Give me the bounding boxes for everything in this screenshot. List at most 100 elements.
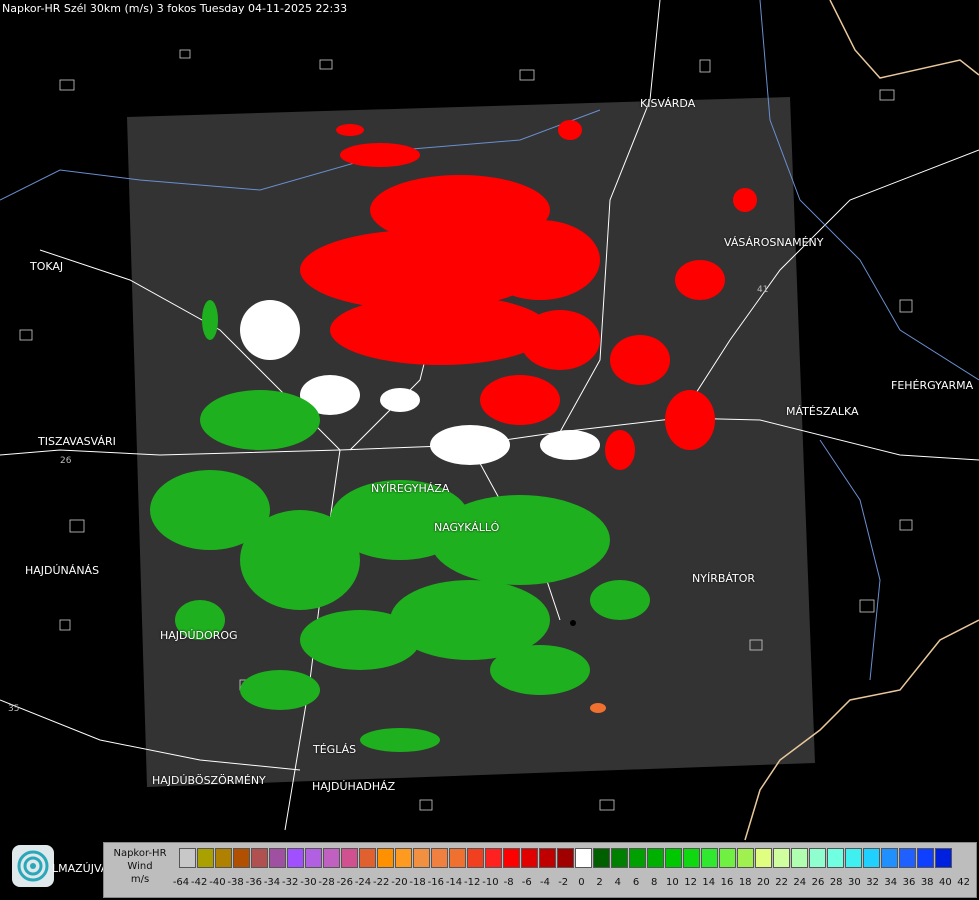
legend-swatch (503, 848, 520, 868)
legend-swatch (179, 848, 196, 868)
legend-tick: 10 (666, 877, 679, 888)
road-number: 35 (8, 704, 20, 714)
legend-tick: -32 (282, 877, 299, 888)
radar-echo-orange (590, 703, 606, 713)
city-label: TOKAJ (30, 260, 64, 273)
legend-tick: 12 (684, 877, 697, 888)
legend-swatch (287, 848, 304, 868)
legend-tick: -2 (558, 877, 569, 888)
legend-swatch (917, 848, 934, 868)
legend-swatch (449, 848, 466, 868)
legend-tick: -8 (503, 877, 514, 888)
legend-ticks: -64 -42 -40 -38 -36 -34 -32 -30 -28 -26 -24 -22 -20-… (173, 877, 979, 891)
legend-tick: -36 (245, 877, 262, 888)
road-number: 26 (60, 456, 72, 466)
legend-swatch (773, 848, 790, 868)
legend-swatch (269, 848, 286, 868)
legend-tick: 2 (596, 877, 603, 888)
legend-tick: 24 (793, 877, 807, 888)
legend-swatches (179, 848, 953, 870)
legend-swatch (305, 848, 322, 868)
city-label: HAJDÚDOROG (160, 629, 238, 642)
legend-swatch (485, 848, 502, 868)
legend-tick: -30 (300, 877, 317, 888)
legend-swatch (827, 848, 844, 868)
city-label: FEHÉRGYARMA (891, 379, 974, 392)
legend-tick: -6 (521, 877, 532, 888)
city-label: HAJDÚNÁNÁS (25, 564, 100, 577)
legend-tick: -38 (227, 877, 244, 888)
legend-tick: 32 (866, 877, 879, 888)
radar-map (0, 0, 979, 841)
city-label: VÁSÁROSNAMÉNY (724, 236, 824, 249)
legend-tick: 14 (702, 877, 716, 888)
city-label: NAGYKÁLLÓ (434, 521, 500, 534)
legend-tick: 40 (939, 877, 952, 888)
legend-tick: 8 (651, 877, 658, 888)
legend-swatch (197, 848, 214, 868)
legend-tick: -28 (318, 877, 335, 888)
city-label: HAJDÚBÖSZÖRMÉNY (152, 774, 266, 787)
legend-swatch (539, 848, 556, 868)
legend-swatch (737, 848, 754, 868)
city-label: TISZAVASVÁRI (38, 435, 116, 448)
city-label: TÉGLÁS (313, 743, 357, 756)
legend-tick: -64 (172, 877, 190, 888)
road-number: 41 (757, 285, 769, 295)
map-title: Napkor-HR Szél 30km (m/s) 3 fokos Tuesda… (2, 2, 348, 15)
legend-swatch (845, 848, 862, 868)
legend-swatch (557, 848, 574, 868)
legend-tick: -4 (540, 877, 550, 888)
legend-tick: 6 (632, 877, 640, 888)
legend-swatch (233, 848, 250, 868)
legend-tick: 34 (884, 877, 898, 888)
legend-tick: 0 (578, 877, 585, 888)
legend-swatch (683, 848, 700, 868)
city-label: HAJDÚHADHÁZ (312, 780, 396, 793)
legend-swatch (395, 848, 412, 868)
legend-tick: 20 (757, 877, 770, 888)
legend-swatch (611, 848, 628, 868)
legend-tick: -40 (209, 877, 226, 888)
legend-swatch (665, 848, 682, 868)
city-label: MÁTÉSZALKA (786, 405, 859, 418)
legend-tick: 30 (848, 877, 861, 888)
legend-swatch (431, 848, 448, 868)
legend-tick: -24 (354, 877, 372, 888)
legend-swatch (575, 848, 592, 868)
city-label: NYÍRBÁTOR (692, 572, 756, 585)
legend-swatch (359, 848, 376, 868)
legend-swatch (215, 848, 232, 868)
legend-swatch (809, 848, 826, 868)
legend-tick: -10 (482, 877, 499, 888)
legend-swatch (647, 848, 664, 868)
legend-tick: 22 (775, 877, 788, 888)
legend-tick: -14 (445, 877, 463, 888)
legend-tick: -22 (373, 877, 390, 888)
legend-swatch (593, 848, 610, 868)
legend-unit: m/s (130, 874, 150, 885)
legend-tick: 28 (829, 877, 843, 888)
legend-swatch (863, 848, 880, 868)
legend-tick: 4 (614, 877, 621, 888)
legend-tick: 42 (957, 877, 970, 888)
legend-caption: Napkor-HR Wind m/s (108, 847, 172, 886)
legend-swatch (377, 848, 394, 868)
legend-tick: 18 (738, 877, 752, 888)
legend-title: Napkor-HR (113, 848, 167, 859)
legend-swatch (791, 848, 808, 868)
legend-swatch (467, 848, 484, 868)
legend-tick: 38 (920, 877, 934, 888)
legend-tick: 16 (720, 877, 734, 888)
legend-tick: -12 (464, 877, 481, 888)
legend-swatch (413, 848, 430, 868)
legend-tick: -34 (263, 877, 281, 888)
radar-site-marker (570, 620, 576, 626)
legend-tick: -20 (391, 877, 408, 888)
legend-swatch (521, 848, 538, 868)
legend-tick: -42 (191, 877, 208, 888)
legend-swatch (251, 848, 268, 868)
legend-tick: -26 (336, 877, 353, 888)
legend-swatch (701, 848, 718, 868)
legend-swatch (881, 848, 898, 868)
